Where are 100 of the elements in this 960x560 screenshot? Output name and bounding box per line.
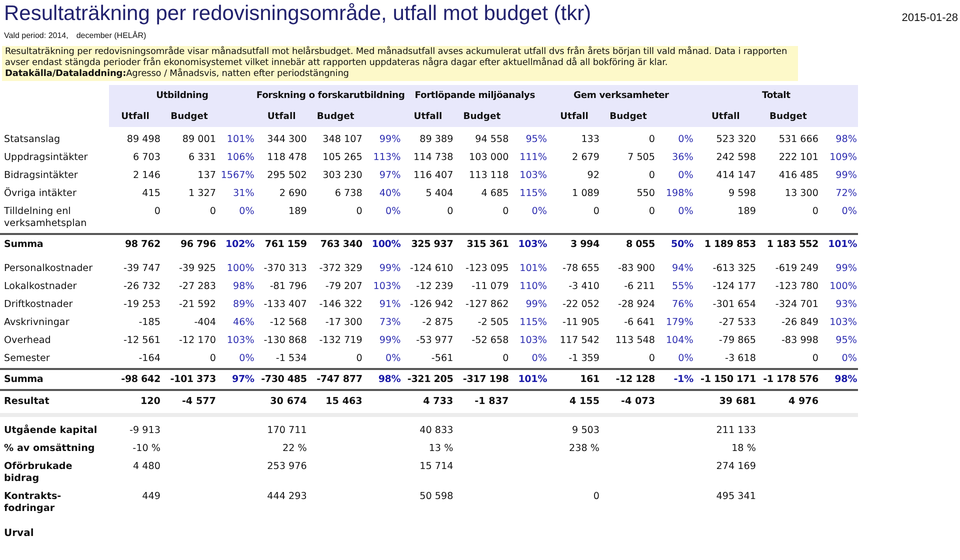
table-cell: 73% xyxy=(379,317,401,328)
table-cell: 4 480 xyxy=(133,461,160,472)
table-cell: 95% xyxy=(836,335,857,346)
table-cell: -1 837 xyxy=(474,396,509,407)
table-cell: 0% xyxy=(678,206,694,217)
table-cell: 92 xyxy=(587,170,600,181)
table-cell: -11 905 xyxy=(562,317,600,328)
table-cell: 103% xyxy=(520,335,548,346)
table-cell: 114 738 xyxy=(414,152,454,163)
table-cell: 116 407 xyxy=(414,170,454,181)
table-cell: 6 738 xyxy=(334,188,362,199)
table-cell: 1 327 xyxy=(188,188,216,199)
table-cell: 2 690 xyxy=(279,188,307,199)
row-label: Driftkostnader xyxy=(4,299,73,310)
table-cell: -12 170 xyxy=(178,335,216,346)
table-cell: 31% xyxy=(233,188,254,199)
table-cell: 39 681 xyxy=(719,396,756,407)
table-cell: 198% xyxy=(666,188,694,199)
table-cell: 0% xyxy=(385,353,401,364)
table-cell: -132 719 xyxy=(319,335,362,346)
table-cell: 0% xyxy=(532,353,548,364)
table-cell: 531 666 xyxy=(778,134,818,145)
table-cell: 4 685 xyxy=(481,188,509,199)
table-cell: 0 xyxy=(356,353,362,364)
table-cell: 0 xyxy=(593,206,600,217)
table-cell: 0 xyxy=(447,206,454,217)
table-cell: -324 701 xyxy=(775,299,818,310)
table-cell: -372 329 xyxy=(319,263,362,274)
table-cell: 50 598 xyxy=(420,491,454,502)
table-cell: 0% xyxy=(532,206,548,217)
table-cell: 0 xyxy=(648,170,656,181)
table-cell: 0% xyxy=(239,206,254,217)
table-cell: -6 641 xyxy=(624,317,656,328)
table-cell: -2 505 xyxy=(478,317,509,328)
table-cell: 3 994 xyxy=(570,239,600,250)
row-label: Statsanslag xyxy=(4,134,60,145)
table-cell: -1 359 xyxy=(568,353,600,364)
column-header: Budget xyxy=(463,111,501,122)
table-cell: -81 796 xyxy=(270,281,307,292)
table-cell: 13 300 xyxy=(784,188,818,199)
table-cell: 0 xyxy=(648,353,656,364)
row-label: Lokalkostnader xyxy=(4,281,77,292)
row-label: Uppdragsintäkter xyxy=(4,152,88,163)
table-cell: 348 107 xyxy=(322,134,362,145)
table-cell: -21 592 xyxy=(178,299,216,310)
table-cell: 96 796 xyxy=(180,239,216,250)
row-label: Utgående kapital xyxy=(4,425,98,436)
table-cell: -124 610 xyxy=(410,263,454,274)
table-cell: -123 780 xyxy=(775,281,818,292)
table-cell: 89 498 xyxy=(126,134,160,145)
table-cell: 99% xyxy=(379,134,401,145)
table-cell: -317 198 xyxy=(462,374,509,385)
table-cell: 763 340 xyxy=(320,239,362,250)
table-cell: -185 xyxy=(138,317,160,328)
column-header: Utbildning xyxy=(156,90,208,101)
table-cell: 4 155 xyxy=(569,396,600,407)
table-cell: 97% xyxy=(232,374,254,385)
table-cell: 1 183 552 xyxy=(766,239,818,250)
table-cell: 0% xyxy=(678,353,694,364)
table-cell: 109% xyxy=(830,152,857,163)
table-cell: -1% xyxy=(674,374,694,385)
table-cell: 133 xyxy=(581,134,600,145)
table-cell: -19 253 xyxy=(123,299,160,310)
table-cell: 120 xyxy=(140,396,160,407)
table-cell: 0 xyxy=(812,353,818,364)
table-cell: 189 xyxy=(288,206,307,217)
table-cell: 97% xyxy=(379,170,401,181)
column-header: Budget xyxy=(316,111,354,122)
table-cell: 444 293 xyxy=(267,491,307,502)
column-header: Utfall xyxy=(267,111,296,122)
table-cell: -39 747 xyxy=(123,263,160,274)
table-cell: 416 485 xyxy=(778,170,818,181)
table-cell: 0% xyxy=(239,353,254,364)
table-cell: -3 410 xyxy=(568,281,600,292)
table-cell: 94% xyxy=(672,263,694,274)
table-cell: -1 150 171 xyxy=(700,374,756,385)
table-cell: 101% xyxy=(828,239,857,250)
table-cell: 72% xyxy=(836,188,857,199)
source-label: Datakälla/Dataladdning: xyxy=(5,69,126,79)
table-cell: 415 xyxy=(142,188,160,199)
table-cell: 761 159 xyxy=(264,239,307,250)
row-label: Kontrakts-fodringar xyxy=(4,491,62,514)
table-cell: -83 998 xyxy=(781,335,818,346)
table-cell: 93% xyxy=(836,299,857,310)
table-cell: 100% xyxy=(830,281,857,292)
table-cell: 113 118 xyxy=(469,170,509,181)
table-cell: 105 265 xyxy=(322,152,362,163)
table-cell: 103% xyxy=(518,239,548,250)
table-cell: 179% xyxy=(666,317,694,328)
column-header: Utfall xyxy=(414,111,442,122)
table-cell: 100% xyxy=(372,239,401,250)
table-cell: 325 937 xyxy=(411,239,454,250)
table-cell: 89 389 xyxy=(420,134,454,145)
table-cell: 4 976 xyxy=(788,396,818,407)
table-cell: -747 877 xyxy=(316,374,362,385)
table-cell: -52 658 xyxy=(472,335,509,346)
column-header: Utfall xyxy=(711,111,740,122)
table-cell: 98% xyxy=(233,281,254,292)
column-header: Forskning o forskarutbildning xyxy=(256,90,405,101)
table-cell: -10 % xyxy=(132,443,160,454)
